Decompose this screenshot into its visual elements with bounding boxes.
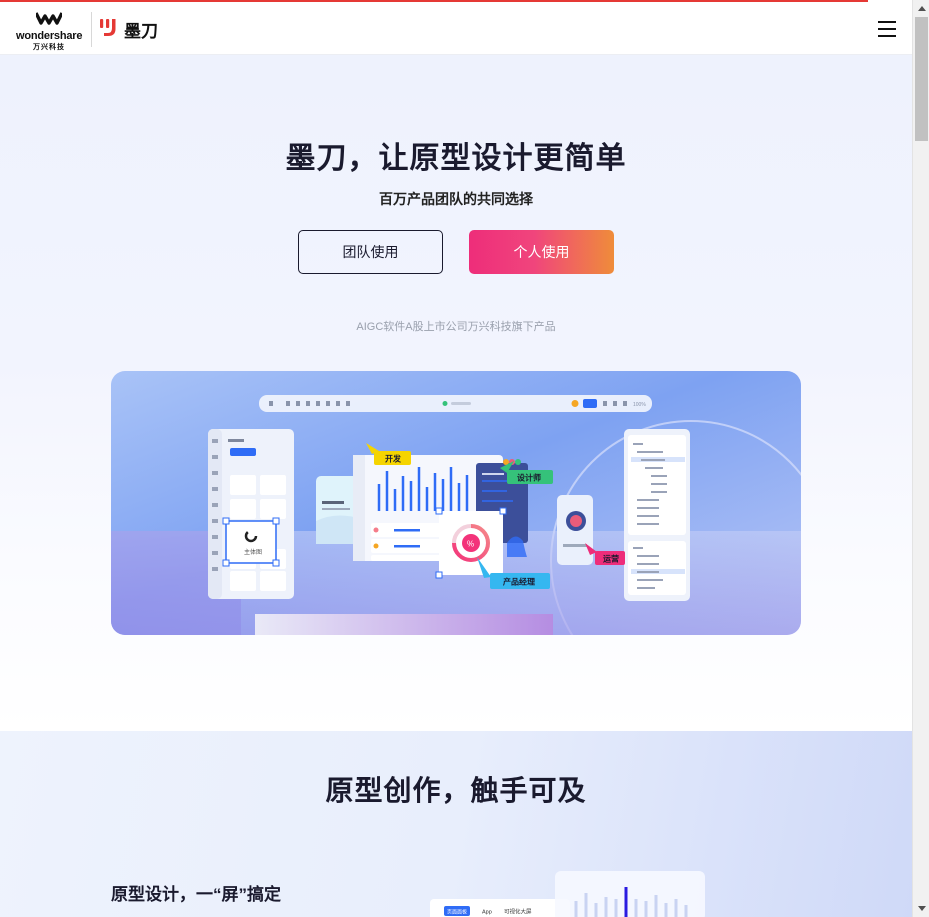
hero-illustration: 100% 主体图 % 开发 设计师 产品经理 运营 xyxy=(111,371,801,635)
prototype-section: 原型创作，触手可及 原型设计，一“屏”搞定 页面面板 App 可视化大屏 xyxy=(0,731,912,917)
hero-title: 墨刀，让原型设计更简单 xyxy=(285,142,627,175)
logo-divider xyxy=(91,12,92,47)
page: wondershare 万兴科技 墨刀 墨刀，让原型设计更简单 百万产品团队的共… xyxy=(0,0,912,917)
tag-pm: 产品经理 xyxy=(503,577,535,587)
hero-subtitle: 百万产品团队的共同选择 xyxy=(379,191,533,207)
wondershare-logo[interactable]: wondershare 万兴科技 xyxy=(16,11,84,51)
modao-mark-icon xyxy=(100,19,116,36)
preview-tab-2: App xyxy=(482,910,492,916)
preview-tab-3: 可视化大屏 xyxy=(504,908,532,916)
zoom-level-text: 100% xyxy=(633,402,646,408)
site-header: wondershare 万兴科技 墨刀 xyxy=(0,2,912,55)
hamburger-menu-icon[interactable] xyxy=(876,19,898,39)
team-use-button[interactable]: 团队使用 xyxy=(298,230,443,274)
hero-illustration-svg: 100% 主体图 % 开发 设计师 产品经理 运营 xyxy=(111,371,801,635)
feature-title: 原型设计，一“屏”搞定 xyxy=(111,885,281,904)
preview-tab-1: 页面面板 xyxy=(447,909,467,916)
main-image-card-label: 主体图 xyxy=(244,548,262,556)
hero-note: AIGC软件A股上市公司万兴科技旗下产品 xyxy=(356,321,556,333)
brand-name-cn: 万兴科技 xyxy=(33,44,65,51)
section-title: 原型创作，触手可及 xyxy=(325,775,587,806)
tag-dev: 开发 xyxy=(385,454,402,464)
page-scrollbar[interactable] xyxy=(912,0,929,917)
donut-badge: % xyxy=(467,540,474,549)
scrollbar-thumb[interactable] xyxy=(915,17,928,141)
tag-ops: 运营 xyxy=(603,554,619,564)
wondershare-mark-icon xyxy=(36,12,62,25)
hero-section: 墨刀，让原型设计更简单 百万产品团队的共同选择 团队使用 个人使用 AIGC软件… xyxy=(0,55,912,731)
personal-use-button[interactable]: 个人使用 xyxy=(469,230,614,274)
tag-designer: 设计师 xyxy=(517,473,541,483)
brand-name: wondershare xyxy=(16,30,83,42)
scroll-down-arrow-icon[interactable] xyxy=(913,900,929,917)
feature-preview: 页面面板 App 可视化大屏 xyxy=(430,871,705,917)
product-name: 墨刀 xyxy=(124,22,158,41)
scroll-up-arrow-icon[interactable] xyxy=(913,0,929,17)
